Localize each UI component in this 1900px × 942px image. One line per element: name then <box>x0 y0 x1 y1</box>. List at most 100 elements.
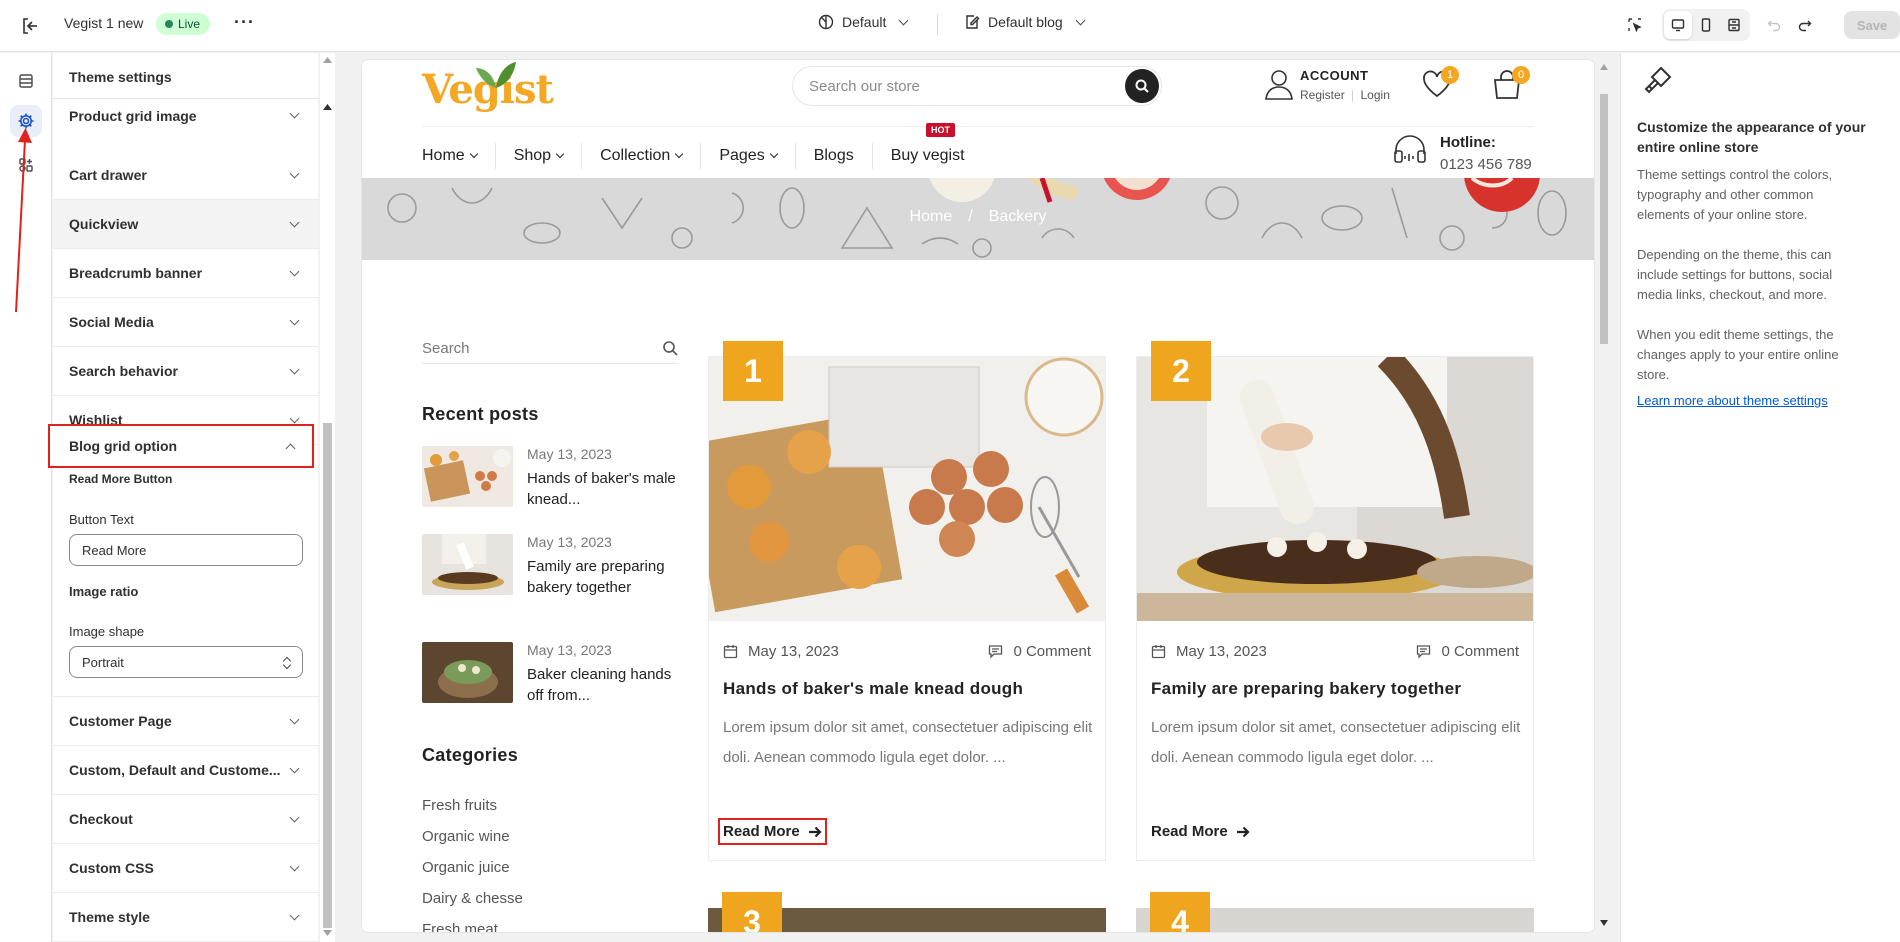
button-text-field[interactable]: Read More <box>69 534 303 566</box>
nav-buy-vegist[interactable]: Buy vegist <box>891 143 983 169</box>
nav-home[interactable]: Home <box>422 143 496 169</box>
mobile-icon[interactable] <box>1692 11 1720 39</box>
template-select[interactable]: Default blog <box>964 14 1086 30</box>
cart-icon[interactable]: 0 <box>1492 66 1530 105</box>
comment-icon <box>989 645 1003 659</box>
redo-icon[interactable] <box>1791 11 1819 39</box>
post-title[interactable]: Family are preparing bakery together <box>1151 679 1461 699</box>
desktop-icon[interactable] <box>1664 11 1692 39</box>
chevron-down-icon <box>289 763 300 773</box>
recent-post-title[interactable]: Family are preparing bakery together <box>527 556 677 598</box>
post-excerpt: Lorem ipsum dolor sit amet, consectetuer… <box>723 719 1093 766</box>
section-breadcrumb-banner[interactable]: Breadcrumb banner <box>53 249 318 298</box>
register-link[interactable]: Register <box>1300 88 1345 102</box>
palette-icon <box>818 14 834 30</box>
wishlist-icon[interactable]: 1 <box>1422 66 1459 103</box>
post-comments: 0 Comment <box>988 643 1091 660</box>
category-link[interactable]: Organic juice <box>422 859 510 876</box>
breadcrumb-banner: Home / Backery <box>362 178 1594 260</box>
image-shape-value: Portrait <box>82 654 124 670</box>
section-label: Checkout <box>69 811 133 827</box>
post-date: May 13, 2023 <box>723 643 839 660</box>
store-search-input[interactable]: Search our store <box>792 66 1162 106</box>
recent-post-date: May 13, 2023 <box>527 446 612 462</box>
store-main-nav: Home Shop Collection Pages Blogs Buy veg… <box>422 143 1001 169</box>
panel-title: Theme settings <box>53 53 318 99</box>
more-actions-icon[interactable]: ··· <box>234 12 255 33</box>
nav-shop[interactable]: Shop <box>514 143 583 169</box>
recent-posts-heading: Recent posts <box>422 404 539 424</box>
blog-post-card-lower: 3 <box>708 892 1106 932</box>
section-custom-css[interactable]: Custom CSS <box>53 844 318 893</box>
theme-settings-gear-icon[interactable] <box>10 105 42 137</box>
chevron-down-icon <box>898 15 909 25</box>
post-comments-text: 0 Comment <box>1441 643 1519 660</box>
section-customer-page[interactable]: Customer Page <box>53 696 318 746</box>
recent-post-title[interactable]: Baker cleaning hands off from... <box>527 664 677 706</box>
category-link[interactable]: Fresh fruits <box>422 797 497 814</box>
chevron-down-icon <box>769 149 778 159</box>
blog-search-input[interactable]: Search <box>422 328 678 364</box>
account-links: Register | Login <box>1300 88 1390 102</box>
theme-select-label: Default <box>842 14 887 30</box>
nav-label: Collection <box>600 147 671 164</box>
chevron-down-icon <box>289 812 300 822</box>
blog-post-card: 2 May 13, 2023 0 Comment Family are prep… <box>1136 341 1534 861</box>
section-label: Quickview <box>69 216 139 232</box>
recent-post-item[interactable]: May 13, 2023 Baker cleaning hands off fr… <box>422 642 678 722</box>
topbar-actions: Save <box>1621 9 1900 41</box>
section-label: Cart drawer <box>69 167 147 183</box>
section-theme-style[interactable]: Theme style <box>53 893 318 942</box>
theme-select[interactable]: Default <box>818 14 909 30</box>
image-shape-select[interactable]: Portrait <box>69 646 303 678</box>
login-link[interactable]: Login <box>1361 88 1390 102</box>
undo-icon[interactable] <box>1760 11 1788 39</box>
read-more-link[interactable]: Read More <box>718 818 827 845</box>
hotline-number: 0123 456 789 <box>1440 156 1532 173</box>
nav-collection[interactable]: Collection <box>600 143 702 169</box>
post-title[interactable]: Hands of baker's male knead dough <box>723 679 1023 699</box>
section-cart-drawer[interactable]: Cart drawer <box>53 151 318 200</box>
account-title: ACCOUNT <box>1300 68 1369 83</box>
panel-scrollbar[interactable] <box>320 53 335 942</box>
post-date: May 13, 2023 <box>1151 643 1267 660</box>
nav-blogs[interactable]: Blogs <box>814 143 873 169</box>
section-checkout[interactable]: Checkout <box>53 795 318 844</box>
read-more-link[interactable]: Read More <box>1151 823 1250 840</box>
search-button[interactable] <box>1125 69 1159 103</box>
section-search-behavior[interactable]: Search behavior <box>53 347 318 396</box>
preview-scrollbar[interactable] <box>1598 58 1610 934</box>
cart-count: 0 <box>1512 66 1530 84</box>
app-embeds-icon[interactable] <box>10 149 42 181</box>
section-blog-grid-option[interactable]: Blog grid option <box>48 424 314 468</box>
search-icon[interactable] <box>662 340 678 356</box>
section-label: Breadcrumb banner <box>69 265 203 281</box>
section-label: Search behavior <box>69 363 178 379</box>
learn-more-link[interactable]: Learn more about theme settings <box>1637 393 1828 408</box>
recent-post-item[interactable]: May 13, 2023 Hands of baker's male knead… <box>422 446 678 526</box>
sections-icon[interactable] <box>10 65 42 97</box>
section-custom-default[interactable]: Custom, Default and Custome... <box>53 746 318 795</box>
calendar-icon <box>723 645 738 659</box>
category-link[interactable]: Organic wine <box>422 828 510 845</box>
section-product-grid-image[interactable]: Product grid image <box>53 108 318 132</box>
section-label: Theme style <box>69 909 150 925</box>
recent-post-title[interactable]: Hands of baker's male knead... <box>527 468 677 510</box>
preview-scrollbar-thumb[interactable] <box>1600 94 1608 344</box>
panel-scrollbar-thumb[interactable] <box>323 423 332 928</box>
fullscreen-icon[interactable] <box>1720 11 1748 39</box>
section-quickview[interactable]: Quickview <box>53 200 318 249</box>
category-link[interactable]: Fresh meat <box>422 921 498 932</box>
breadcrumb-home[interactable]: Home <box>910 208 953 225</box>
recent-post-item[interactable]: May 13, 2023 Family are preparing bakery… <box>422 534 678 614</box>
post-comments: 0 Comment <box>1416 643 1519 660</box>
account-block[interactable]: ACCOUNT Register | Login <box>1264 68 1390 105</box>
exit-icon[interactable] <box>18 14 42 38</box>
chevron-down-icon <box>289 266 300 276</box>
category-link[interactable]: Dairy & chesse <box>422 890 523 907</box>
section-social-media[interactable]: Social Media <box>53 298 318 347</box>
inspector-icon[interactable] <box>1621 11 1649 39</box>
recent-post-thumbnail <box>422 446 513 507</box>
save-button[interactable]: Save <box>1844 11 1900 39</box>
nav-pages[interactable]: Pages <box>719 143 796 169</box>
